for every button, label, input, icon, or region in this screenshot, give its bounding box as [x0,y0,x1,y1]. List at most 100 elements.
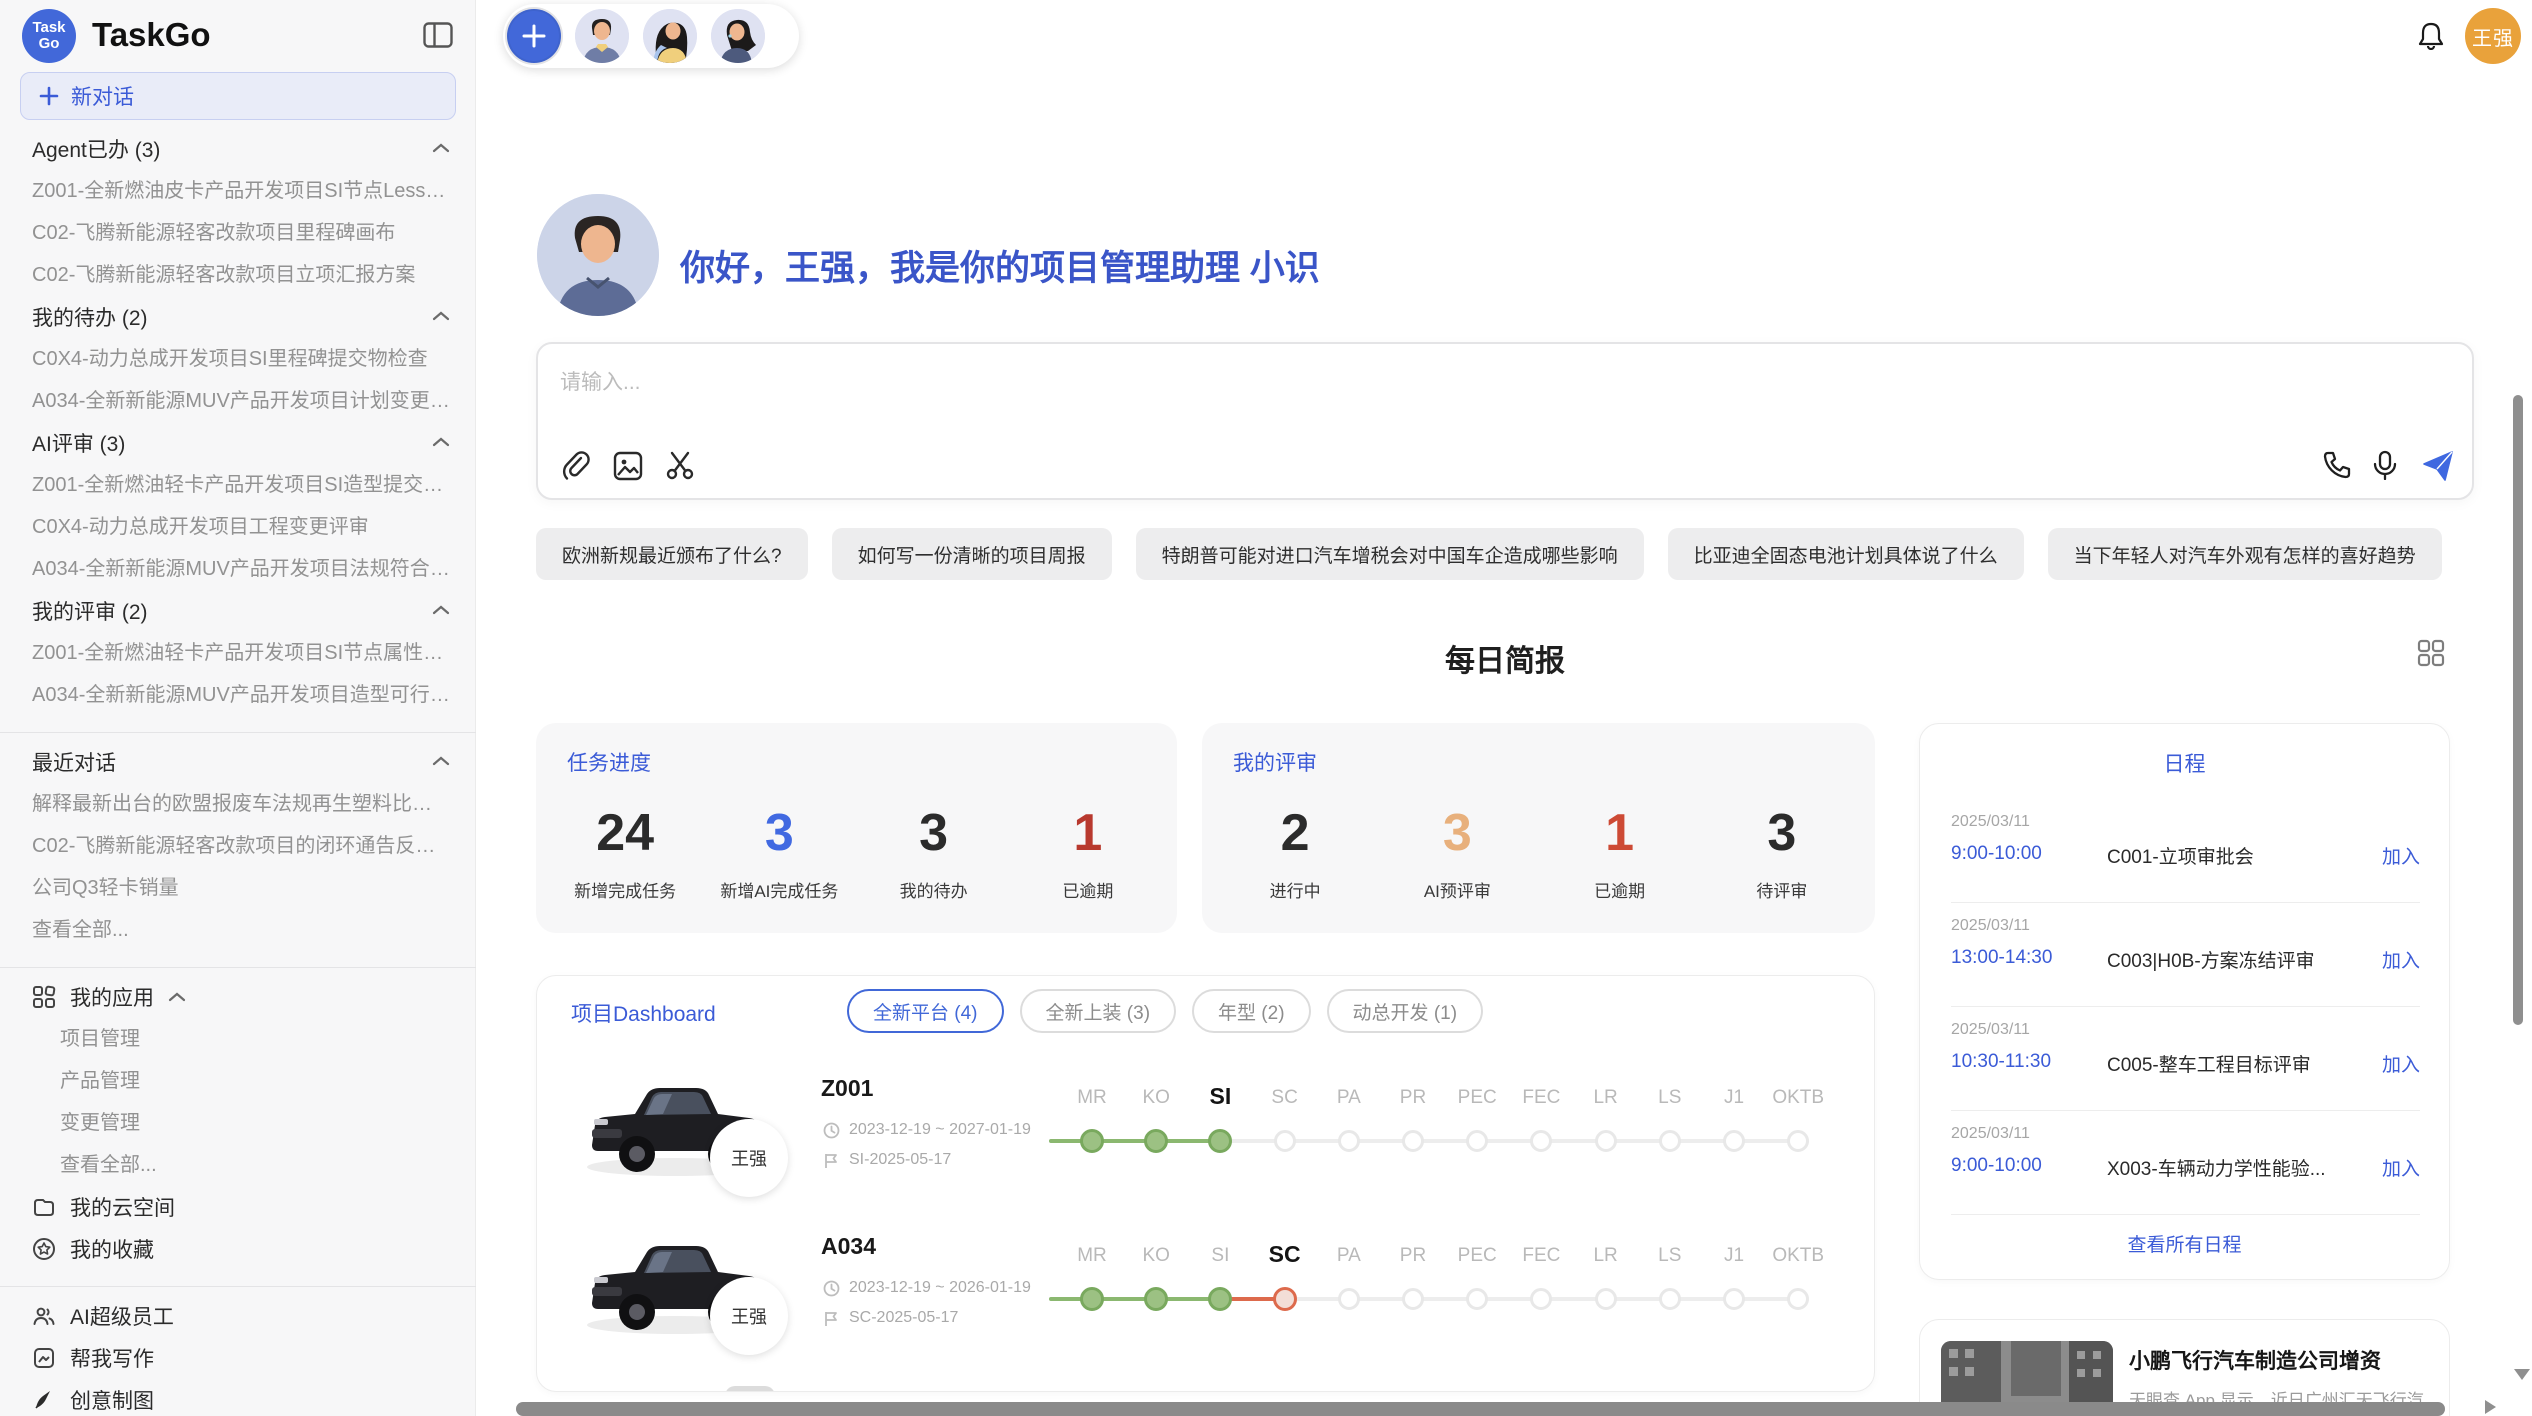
stage-label: LS [1658,1087,1681,1109]
stage-dot-LR[interactable] [1595,1130,1617,1152]
stage-dot-KO[interactable] [1144,1129,1168,1153]
stage-dot-SI[interactable] [1208,1129,1232,1153]
suggestion-chip[interactable]: 当下年轻人对汽车外观有怎样的喜好趋势 [2048,528,2442,580]
stage-dot-KO[interactable] [1144,1287,1168,1311]
sidebar-task-item[interactable]: C02-飞腾新能源轻客改款项目立项汇报方案 [0,254,476,296]
join-link[interactable]: 加入 [2382,1050,2420,1077]
schedule-card: 日程 2025/03/11 9:00-10:00 C001-立项审批会 加入 2… [1919,723,2450,1280]
suggestion-chip[interactable]: 欧洲新规最近颁布了什么? [536,528,808,580]
sidebar-task-item[interactable]: A034-全新新能源MUV产品开发项目造型可行性评审 [0,674,476,716]
join-link[interactable]: 加入 [2382,946,2420,973]
app-item[interactable]: 产品管理 [0,1060,476,1102]
entry-name: X003-车辆动力学性能验... [2107,1154,2326,1181]
sidebar-task-item[interactable]: Z001-全新燃油皮卡产品开发项目SI节点Lesson Learn报告 [0,170,476,212]
stage-dot-MR[interactable] [1080,1129,1104,1153]
stage-dot-LS[interactable] [1659,1288,1681,1310]
stage-label: PR [1400,1087,1426,1109]
project-row[interactable]: 王强A0342023-12-19 ~ 2026-01-19SC-2025-05-… [537,1217,1875,1375]
sidebar-section-header[interactable]: AI评审 (3) [0,422,476,464]
stage-dot-LS[interactable] [1659,1130,1681,1152]
stage-dot-OKTB[interactable] [1787,1288,1809,1310]
sidebar-section-header[interactable]: Agent已办 (3) [0,128,476,170]
sidebar-tool-people[interactable]: AI超级员工 [0,1295,476,1337]
join-link[interactable]: 加入 [2382,1154,2420,1181]
stage-dot-FEC[interactable] [1530,1130,1552,1152]
scissors-icon[interactable] [664,450,696,482]
suggestion-chip[interactable]: 如何写一份清晰的项目周报 [832,528,1112,580]
scroll-right-arrow[interactable] [2482,1398,2498,1416]
cloud-folder-icon [32,1195,56,1219]
project-row[interactable]: 王强Z0012023-12-19 ~ 2027-01-19SI-2025-05-… [537,1059,1875,1217]
horizontal-scrollbar-thumb[interactable] [516,1402,2445,1416]
recent-chat-item[interactable]: 查看全部... [0,909,476,951]
stage-dot-PR[interactable] [1402,1288,1424,1310]
join-link[interactable]: 加入 [2382,842,2420,869]
stage-dot-SC[interactable] [1273,1287,1297,1311]
stage-dot-OKTB[interactable] [1787,1130,1809,1152]
dashboard-tab[interactable]: 年型 (2) [1192,989,1311,1033]
view-all-schedule-link[interactable]: 查看所有日程 [1920,1230,2449,1257]
sidebar-task-item[interactable]: Z001-全新燃油轻卡产品开发项目SI节点属性5D文件评审 [0,632,476,674]
app-item[interactable]: 变更管理 [0,1102,476,1144]
user-avatar[interactable]: 王强 [2465,8,2521,64]
mic-icon[interactable] [2370,450,2402,482]
recent-chat-item[interactable]: 解释最新出台的欧盟报废车法规再生塑料比例被调至15%... [0,783,476,825]
stage-dot-J1[interactable] [1723,1288,1745,1310]
stage-dot-PA[interactable] [1338,1130,1360,1152]
sidebar-task-item[interactable]: C0X4-动力总成开发项目SI里程碑提交物检查 [0,338,476,380]
project-owner-badge: 王强 [710,1277,788,1355]
sidebar-my-apps[interactable]: 我的应用 [0,976,476,1018]
attach-icon[interactable] [560,450,592,482]
phone-icon[interactable] [2322,450,2354,482]
stage-label: FEC [1522,1087,1560,1109]
recent-chat-item[interactable]: 公司Q3轻卡销量 [0,867,476,909]
briefing-layout-icon[interactable] [2416,638,2446,668]
sidebar-link-cloud-folder[interactable]: 我的云空间 [0,1186,476,1228]
sidebar: Task Go TaskGo 新对话 Agent已办 (3)Z001-全新燃油皮… [0,0,476,1416]
notification-bell-icon[interactable] [2418,22,2444,50]
entry-date: 2025/03/11 [1951,813,2030,831]
stage-dot-SC[interactable] [1274,1130,1296,1152]
app-item[interactable]: 查看全部... [0,1144,476,1186]
stage-dot-MR[interactable] [1080,1287,1104,1311]
sidebar-section-header[interactable]: 我的评审 (2) [0,590,476,632]
sidebar-link-star-badge[interactable]: 我的收藏 [0,1228,476,1270]
add-agent-button[interactable] [507,9,561,63]
sidebar-task-item[interactable]: A034-全新新能源MUV产品开发项目计划变更表编写 [0,380,476,422]
agent-avatar-1[interactable] [575,9,629,63]
suggestion-chip[interactable]: 比亚迪全固态电池计划具体说了什么 [1668,528,2024,580]
image-icon[interactable] [612,450,644,482]
app-logo: Task Go [22,9,76,63]
stage-dot-J1[interactable] [1723,1130,1745,1152]
sidebar-section-recent[interactable]: 最近对话 [0,741,476,783]
dashboard-tab[interactable]: 全新上装 (3) [1020,989,1177,1033]
recent-chat-item[interactable]: C02-飞腾新能源轻客改款项目的闭环通告反馈情况 [0,825,476,867]
vertical-scrollbar-thumb[interactable] [2513,395,2523,1025]
stage-dot-PEC[interactable] [1466,1288,1488,1310]
sidebar-task-item[interactable]: A034-全新新能源MUV产品开发项目法规符合性评审 [0,548,476,590]
sidebar-tool-write-image[interactable]: 帮我写作 [0,1337,476,1379]
sidebar-task-item[interactable]: C0X4-动力总成开发项目工程变更评审 [0,506,476,548]
sidebar-divider [0,967,476,968]
send-icon[interactable] [2422,450,2454,482]
dashboard-tab[interactable]: 全新平台 (4) [847,989,1004,1033]
stage-dot-PR[interactable] [1402,1130,1424,1152]
agent-avatar-2[interactable] [643,9,697,63]
sidebar-task-item[interactable]: Z001-全新燃油轻卡产品开发项目SI造型提交物评审 [0,464,476,506]
dashboard-tab[interactable]: 动总开发 (1) [1327,989,1484,1033]
suggestion-chip[interactable]: 特朗普可能对进口汽车增税会对中国车企造成哪些影响 [1136,528,1644,580]
stage-dot-PA[interactable] [1338,1288,1360,1310]
stage-dot-SI[interactable] [1208,1287,1232,1311]
sidebar-section-header[interactable]: 我的待办 (2) [0,296,476,338]
agent-avatar-3[interactable] [711,9,765,63]
stage-dot-PEC[interactable] [1466,1130,1488,1152]
app-item[interactable]: 项目管理 [0,1018,476,1060]
sidebar-collapse-icon[interactable] [423,22,453,48]
sidebar-task-item[interactable]: C02-飞腾新能源轻客改款项目里程碑画布 [0,212,476,254]
stage-dot-FEC[interactable] [1530,1288,1552,1310]
new-chat-button[interactable]: 新对话 [20,72,456,120]
chat-input[interactable] [560,360,1960,406]
stage-dot-LR[interactable] [1595,1288,1617,1310]
sidebar-tool-pen[interactable]: 创意制图 [0,1379,476,1416]
scroll-down-arrow[interactable] [2512,1366,2532,1382]
